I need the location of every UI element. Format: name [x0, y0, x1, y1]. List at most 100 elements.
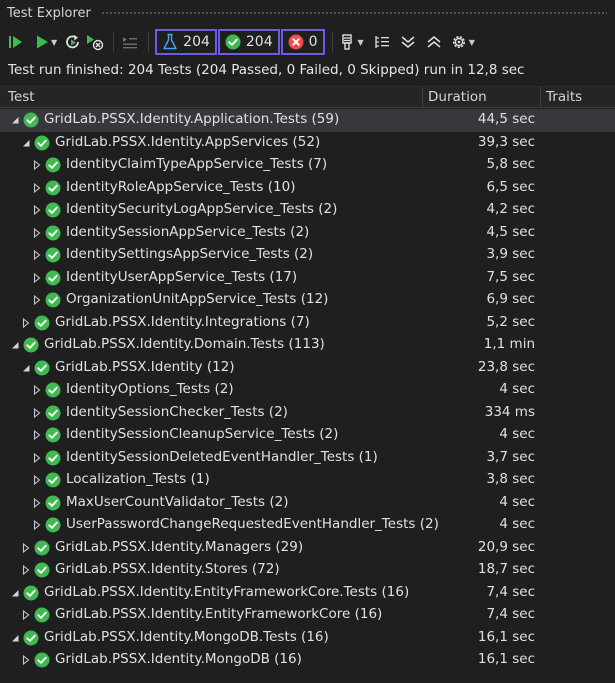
test-name: MaxUserCountValidator_Tests (2) [66, 493, 289, 510]
tree-row[interactable]: GridLab.PSSX.Identity.AppServices (52) 39… [0, 132, 615, 155]
pass-icon [225, 34, 241, 50]
tree-row[interactable]: IdentitySettingsAppService_Tests (2) 3,9 … [0, 244, 615, 267]
test-name: GridLab.PSSX.Identity.MongoDB (16) [55, 651, 302, 667]
collapsed-chevron-icon[interactable] [21, 654, 31, 666]
collapse-all-button[interactable] [424, 30, 444, 54]
collapsed-chevron-icon[interactable] [21, 542, 31, 554]
expanded-chevron-icon[interactable] [10, 632, 20, 644]
tree-row[interactable]: UserPasswordChangeRequestedEventHandler_… [0, 514, 615, 537]
collapsed-chevron-icon[interactable] [32, 384, 42, 396]
tree-row[interactable]: IdentitySessionAppService_Tests (2) 4,5 s… [0, 222, 615, 245]
column-traits[interactable]: Traits [546, 87, 582, 107]
run-button[interactable]: ▼ [34, 30, 57, 54]
fail-icon [288, 34, 304, 50]
settings-button[interactable]: ▼ [450, 30, 475, 54]
test-duration: 18,7 sec [477, 561, 535, 577]
tree-row[interactable]: IdentityClaimTypeAppService_Tests (7) 5,8… [0, 154, 615, 177]
passed-tests-filter[interactable]: 204 [217, 29, 280, 55]
total-tests-filter[interactable]: 204 [155, 29, 217, 55]
tree-row[interactable]: MaxUserCountValidator_Tests (2) 4 sec [0, 492, 615, 515]
test-duration: 3,7 sec [486, 448, 535, 465]
tree-row[interactable]: IdentityUserAppService_Tests (17) 7,5 sec [0, 267, 615, 290]
tree-row[interactable]: IdentitySessionChecker_Tests (2) 334 ms [0, 402, 615, 425]
tree-row[interactable]: GridLab.PSSX.Identity.Domain.Tests (113)… [0, 334, 615, 357]
run-all-button[interactable] [6, 30, 26, 54]
tree-row[interactable]: Localization_Tests (1) 3,8 sec [0, 469, 615, 492]
column-divider[interactable] [540, 87, 541, 107]
collapsed-chevron-icon[interactable] [32, 159, 42, 171]
rerun-button[interactable] [63, 30, 83, 54]
collapsed-chevron-icon[interactable] [32, 294, 42, 306]
tree-row[interactable]: GridLab.PSSX.Identity.EntityFrameworkCor… [0, 604, 615, 627]
test-name: GridLab.PSSX.Identity.Managers (29) [55, 538, 304, 555]
collapsed-chevron-icon[interactable] [32, 272, 42, 284]
tree-row[interactable]: IdentitySessionDeletedEventHandler_Tests… [0, 447, 615, 470]
column-test[interactable]: Test [8, 87, 35, 107]
tree-row[interactable]: IdentitySecurityLogAppService_Tests (2) 4… [0, 199, 615, 222]
collapsed-chevron-icon[interactable] [21, 317, 31, 329]
gear-icon [452, 36, 465, 48]
test-duration: 334 ms [484, 403, 535, 420]
test-name: IdentityClaimTypeAppService_Tests (7) [66, 156, 328, 172]
collapsed-chevron-icon[interactable] [21, 609, 31, 621]
test-name: GridLab.PSSX.Identity.EntityFrameworkCor… [55, 606, 383, 622]
tree-row[interactable]: GridLab.PSSX.Identity.MongoDB.Tests (16)… [0, 627, 615, 650]
cancel-button[interactable] [85, 30, 105, 54]
group-by-button[interactable] [372, 30, 392, 54]
tree-row[interactable]: GridLab.PSSX.Identity.Integrations (7) 5,… [0, 312, 615, 335]
expand-all-icon [401, 36, 415, 48]
tree-row[interactable]: GridLab.PSSX.Identity (12) 23,8 sec [0, 357, 615, 380]
test-name: GridLab.PSSX.Identity.AppServices (52) [55, 133, 321, 150]
collapsed-chevron-icon[interactable] [32, 429, 42, 441]
passed-icon [45, 382, 61, 398]
column-duration[interactable]: Duration [428, 87, 487, 107]
failed-tests-filter[interactable]: 0 [280, 29, 325, 55]
test-name: IdentitySettingsAppService_Tests (2) [66, 246, 314, 262]
drag-grip[interactable] [100, 10, 607, 16]
passed-icon [45, 180, 61, 196]
column-divider[interactable] [422, 87, 423, 107]
expand-all-button[interactable] [398, 30, 418, 54]
collapsed-chevron-icon[interactable] [32, 407, 42, 419]
collapsed-chevron-icon[interactable] [32, 227, 42, 239]
test-name: IdentitySessionDeletedEventHandler_Tests… [66, 448, 378, 465]
passed-icon [45, 427, 61, 443]
test-duration: 4 sec [499, 426, 535, 442]
tree-row[interactable]: IdentitySessionCleanupService_Tests (2) 4… [0, 424, 615, 447]
chevron-down-icon[interactable]: ▼ [358, 38, 364, 47]
expanded-chevron-icon[interactable] [10, 114, 20, 126]
chevron-down-icon[interactable]: ▼ [51, 38, 57, 47]
passed-icon [45, 495, 61, 511]
passed-icon [23, 630, 39, 646]
collapsed-chevron-icon[interactable] [32, 519, 42, 531]
tree-row[interactable]: IdentityRoleAppService_Tests (10) 6,5 sec [0, 177, 615, 200]
tree-row[interactable]: GridLab.PSSX.Identity.MongoDB (16) 16,1 s… [0, 649, 615, 672]
collapsed-chevron-icon[interactable] [32, 182, 42, 194]
run-status-message: Test run finished: 204 Tests (204 Passed… [8, 62, 525, 78]
passed-icon [45, 292, 61, 308]
rerun-icon [66, 35, 80, 49]
collapsed-chevron-icon[interactable] [32, 452, 42, 464]
collapsed-chevron-icon[interactable] [32, 204, 42, 216]
analyze-button[interactable]: ▼ [339, 30, 364, 54]
test-name: IdentitySessionChecker_Tests (2) [66, 403, 288, 420]
tree-row[interactable]: GridLab.PSSX.Identity.Managers (29) 20,9 … [0, 537, 615, 560]
expanded-chevron-icon[interactable] [21, 362, 31, 374]
test-name: IdentityUserAppService_Tests (17) [66, 268, 298, 285]
collapsed-chevron-icon[interactable] [32, 497, 42, 509]
chevron-down-icon[interactable]: ▼ [469, 38, 475, 47]
expanded-chevron-icon[interactable] [10, 339, 20, 351]
tree-row[interactable]: GridLab.PSSX.Identity.EntityFrameworkCor… [0, 582, 615, 605]
tree-row[interactable]: IdentityOptions_Tests (2) 4 sec [0, 379, 615, 402]
passed-count: 204 [245, 34, 273, 50]
expanded-chevron-icon[interactable] [21, 137, 31, 149]
tree-row[interactable]: GridLab.PSSX.Identity.Application.Tests … [0, 109, 615, 132]
tree-row[interactable]: GridLab.PSSX.Identity.Stores (72) 18,7 se… [0, 559, 615, 582]
playlist-button[interactable] [120, 30, 140, 54]
collapsed-chevron-icon[interactable] [32, 474, 42, 486]
expanded-chevron-icon[interactable] [10, 587, 20, 599]
column-header: Test Duration Traits [0, 86, 615, 108]
collapsed-chevron-icon[interactable] [21, 564, 31, 576]
collapsed-chevron-icon[interactable] [32, 249, 42, 261]
tree-row[interactable]: OrganizationUnitAppService_Tests (12) 6,9… [0, 289, 615, 312]
